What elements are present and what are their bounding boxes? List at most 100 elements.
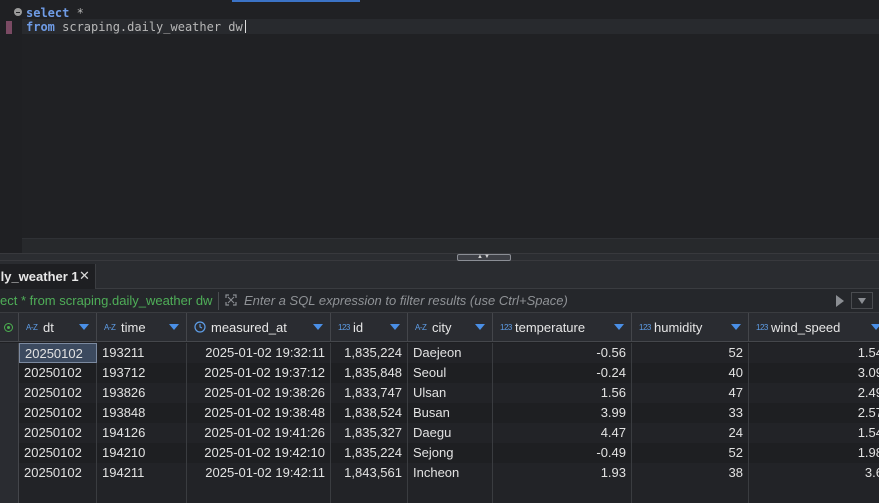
table-cell-measured-at[interactable]: 2025-01-02 19:42:11 [187,463,331,483]
close-icon[interactable]: ✕ [79,268,90,284]
editor-horizontal-scrollbar[interactable] [22,238,879,253]
column-menu-chevron-down-icon[interactable] [475,324,485,330]
table-cell-temperature[interactable]: -0.24 [493,363,632,383]
column-header-temperature[interactable]: 123 temperature [493,313,632,342]
table-cell-temperature[interactable]: -0.56 [493,343,632,363]
table-cell-city[interactable]: Incheon [408,463,493,483]
table-cell-wind-speed[interactable]: 2.49 [749,383,879,403]
table-cell-dt[interactable]: 20250102 [19,383,97,403]
table-cell-time[interactable]: 193211 [97,343,187,363]
table-cell-measured-at[interactable]: 2025-01-02 19:37:12 [187,363,331,383]
column-header-id[interactable]: 123 id [331,313,408,342]
table-cell-city[interactable]: Daegu [408,423,493,443]
table-row[interactable]: 20250102 194126 2025-01-02 19:41:26 1,835,3… [0,423,879,443]
table-cell-time[interactable]: 193712 [97,363,187,383]
table-cell-humidity[interactable]: 40 [632,363,749,383]
column-menu-chevron-down-icon[interactable] [169,324,179,330]
table-cell-dt[interactable]: 20250102 [19,443,97,463]
column-header-dt[interactable]: A-Z dt [19,313,97,342]
row-header[interactable] [0,403,19,423]
column-header-time[interactable]: A-Z time [97,313,187,342]
table-cell-city[interactable]: Ulsan [408,383,493,403]
row-header[interactable] [0,423,19,443]
table-cell-wind-speed[interactable]: 2.57 [749,403,879,423]
table-cell-city[interactable]: Busan [408,403,493,423]
table-row[interactable]: 20250102 194211 2025-01-02 19:42:11 1,843,5… [0,463,879,483]
table-row[interactable]: 20250102 193848 2025-01-02 19:38:48 1,838,5… [0,403,879,423]
column-header-wind-speed[interactable]: 123 wind_speed [749,313,879,342]
column-menu-chevron-down-icon[interactable] [731,324,741,330]
column-header-city[interactable]: A-Z city [408,313,493,342]
column-menu-chevron-down-icon[interactable] [390,324,400,330]
table-row[interactable]: 20250102 193826 2025-01-02 19:38:26 1,833,7… [0,383,879,403]
table-cell-humidity[interactable]: 47 [632,383,749,403]
table-cell-city[interactable]: Daejeon [408,343,493,363]
table-row[interactable]: 20250102 193712 2025-01-02 19:37:12 1,835,8… [0,363,879,383]
table-cell-city[interactable]: Sejong [408,443,493,463]
table-cell-dt[interactable]: 20250102 [19,363,97,383]
table-cell-dt[interactable]: 20250102 [19,403,97,423]
table-cell-time[interactable]: 193848 [97,403,187,423]
column-header-humidity[interactable]: 123 humidity [632,313,749,342]
table-cell-time[interactable]: 194126 [97,423,187,443]
results-grid[interactable]: A-Z dt A-Z time measured_at 123 id A-Z city 123 te… [0,313,879,503]
table-cell-humidity[interactable]: 38 [632,463,749,483]
table-cell-wind-speed[interactable]: 1.54 [749,423,879,443]
table-cell-time[interactable]: 194210 [97,443,187,463]
table-cell-dt[interactable]: 20250102 [19,463,97,483]
apply-filter-icon[interactable] [836,295,844,307]
table-cell-temperature[interactable]: 4.47 [493,423,632,443]
table-cell-time[interactable]: 194211 [97,463,187,483]
table-cell-id[interactable]: 1,835,327 [331,423,408,443]
table-cell-wind-speed[interactable]: 3.6 [749,463,879,483]
table-cell-id[interactable]: 1,835,848 [331,363,408,383]
table-cell-id[interactable]: 1,833,747 [331,383,408,403]
table-cell-wind-speed[interactable]: 1.98 [749,443,879,463]
table-row[interactable]: 20250102 194210 2025-01-02 19:42:10 1,835,2… [0,443,879,463]
expand-filter-icon[interactable] [225,294,237,306]
fold-collapse-icon[interactable] [14,8,22,16]
table-cell-humidity[interactable]: 52 [632,443,749,463]
table-cell-temperature[interactable]: 1.93 [493,463,632,483]
table-cell-dt[interactable]: 20250102 [19,343,97,363]
table-cell-id[interactable]: 1,843,561 [331,463,408,483]
table-row[interactable]: 20250102 193211 2025-01-02 19:32:11 1,835,2… [0,343,879,363]
filter-input[interactable]: Enter a SQL expression to filter results… [244,293,568,308]
table-cell-temperature[interactable]: 1.56 [493,383,632,403]
table-cell-wind-speed[interactable]: 1.54 [749,343,879,363]
table-cell-time[interactable]: 193826 [97,383,187,403]
table-cell-city[interactable]: Seoul [408,363,493,383]
row-header[interactable] [0,363,19,383]
table-cell-measured-at[interactable]: 2025-01-02 19:42:10 [187,443,331,463]
row-header-corner[interactable] [0,313,19,342]
table-cell-measured-at[interactable]: 2025-01-02 19:32:11 [187,343,331,363]
column-header-measured-at[interactable]: measured_at [187,313,331,342]
column-menu-chevron-down-icon[interactable] [614,324,624,330]
table-cell-temperature[interactable]: 3.99 [493,403,632,423]
table-cell-measured-at[interactable]: 2025-01-02 19:41:26 [187,423,331,443]
row-header[interactable] [0,463,19,483]
table-cell-temperature[interactable]: -0.49 [493,443,632,463]
row-header[interactable] [0,443,19,463]
table-cell-wind-speed[interactable]: 3.09 [749,363,879,383]
table-cell-dt[interactable]: 20250102 [19,423,97,443]
column-menu-chevron-down-icon[interactable] [313,324,323,330]
table-cell-measured-at[interactable]: 2025-01-02 19:38:48 [187,403,331,423]
row-header[interactable] [0,343,19,363]
table-cell-humidity[interactable]: 52 [632,343,749,363]
panel-splitter[interactable]: ▲▼ [0,253,879,261]
sql-editor[interactable]: select * from scraping.daily_weather dw [0,0,879,253]
filter-history-dropdown[interactable] [851,292,873,309]
splitter-toggle-icon[interactable]: ▲▼ [457,254,511,261]
table-cell-measured-at[interactable]: 2025-01-02 19:38:26 [187,383,331,403]
table-cell-id[interactable]: 1,838,524 [331,403,408,423]
table-cell-humidity[interactable]: 33 [632,403,749,423]
results-tab[interactable]: ily_weather 1 ✕ [0,264,96,289]
column-menu-chevron-down-icon[interactable] [871,324,879,330]
table-cell-id[interactable]: 1,835,224 [331,343,408,363]
table-cell-id[interactable]: 1,835,224 [331,443,408,463]
code-line-2[interactable]: from scraping.daily_weather dw [26,19,246,35]
row-header[interactable] [0,383,19,403]
table-cell-humidity[interactable]: 24 [632,423,749,443]
column-menu-chevron-down-icon[interactable] [79,324,89,330]
